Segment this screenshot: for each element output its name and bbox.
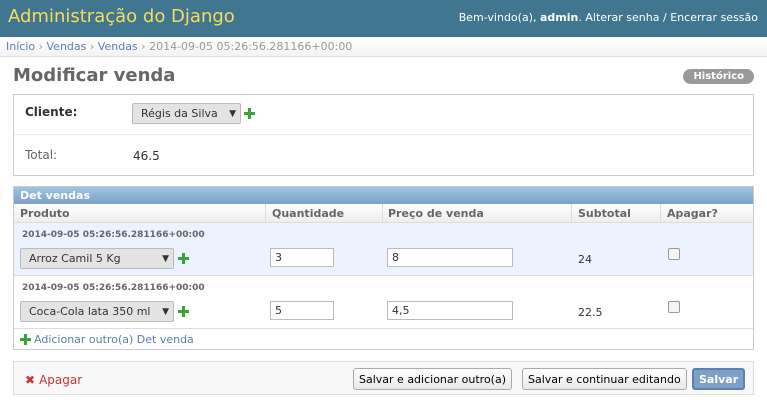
breadcrumb-separator: › [89,40,95,53]
subtotal-value: 22.5 [578,306,603,319]
quantidade-input[interactable]: 3 [270,248,334,267]
delete-link[interactable]: ✖ Apagar [25,373,82,387]
site-title[interactable]: Administração do Django [8,6,235,27]
inline-caption: Det vendas [14,187,753,204]
quantidade-input[interactable]: 5 [270,301,334,320]
breadcrumb-home[interactable]: Início [6,40,35,53]
add-produto-plus-icon[interactable] [178,253,189,264]
produto-select[interactable]: Coca-Cola lata 350 ml ▼ [20,301,174,322]
form-row-total: Total: 46.5 [14,136,753,176]
subtotal-value: 24 [578,253,592,266]
table-header: Produto Quantidade Preço de venda Subtot… [14,204,753,223]
column-divider [660,204,661,223]
header: Administração do Django Bem-vindo(a), ad… [0,0,767,37]
logout-link[interactable]: Encerrar sessão [670,11,758,24]
total-label: Total: [25,148,58,162]
column-quantidade: Quantidade [272,207,345,220]
delete-checkbox[interactable] [668,301,680,313]
det-vendas-inline: Det vendas Produto Quantidade Preço de v… [13,186,754,350]
page-title: Modificar venda [13,65,176,86]
column-apagar: Apagar? [667,207,718,220]
submit-row: ✖ Apagar Salvar e adicionar outro(a) Salv… [13,361,754,395]
breadcrumb-model[interactable]: Vendas [98,40,138,53]
table-row: 2014-09-05 05:26:56.281166+00:00 Coca-Co… [14,276,753,329]
triangle-down-icon: ▼ [162,307,169,317]
column-divider [382,204,383,223]
welcome-text: Bem-vindo(a), [458,11,537,24]
row-original-label: 2014-09-05 05:26:56.281166+00:00 [22,230,205,240]
x-icon: ✖ [25,373,36,387]
change-password-link[interactable]: Alterar senha [585,11,659,24]
produto-select-value: Coca-Cola lata 350 ml [29,305,151,318]
preco-input[interactable]: 4,5 [387,301,513,320]
separator: / [663,11,667,24]
preco-input[interactable]: 8 [387,248,513,267]
plus-icon [20,334,31,345]
add-another-link[interactable]: Adicionar outro(a) Det venda [34,333,194,346]
breadcrumb: Início › Vendas › Vendas › 2014-09-05 05… [0,37,767,57]
column-produto: Produto [20,207,70,220]
triangle-down-icon: ▼ [229,109,236,119]
breadcrumb-separator: › [38,40,44,53]
cliente-select[interactable]: Régis da Silva ▼ [132,103,241,124]
triangle-down-icon: ▼ [162,254,169,264]
add-cliente-plus-icon[interactable] [244,108,255,119]
add-produto-plus-icon[interactable] [178,306,189,317]
table-row: 2014-09-05 05:26:56.281166+00:00 Arroz C… [14,223,753,276]
delete-checkbox[interactable] [668,248,680,260]
username: admin [539,11,579,24]
column-divider [265,204,266,223]
cliente-select-value: Régis da Silva [141,107,218,120]
produto-select[interactable]: Arroz Camil 5 Kg ▼ [20,248,174,269]
column-divider [571,204,572,223]
column-subtotal: Subtotal [578,207,631,220]
form-row-cliente: Cliente: Régis da Silva ▼ [14,95,753,135]
produto-select-value: Arroz Camil 5 Kg [29,252,121,265]
save-and-add-another-button[interactable]: Salvar e adicionar outro(a) [353,368,513,390]
column-preco: Preço de venda [388,207,484,220]
breadcrumb-app[interactable]: Vendas [47,40,87,53]
breadcrumb-current: 2014-09-05 05:26:56.281166+00:00 [149,40,353,53]
user-tools: Bem-vindo(a), admin. Alterar senha / Enc… [458,11,758,24]
save-and-continue-button[interactable]: Salvar e continuar editando [522,368,687,390]
cliente-label: Cliente: [25,105,78,119]
venda-fieldset: Cliente: Régis da Silva ▼ Total: 46.5 [13,94,754,176]
delete-label: Apagar [39,373,83,387]
add-another-row[interactable]: Adicionar outro(a) Det venda [14,329,753,350]
row-original-label: 2014-09-05 05:26:56.281166+00:00 [22,283,205,293]
history-button[interactable]: Histórico [683,69,754,84]
breadcrumb-separator: › [141,40,146,53]
save-button[interactable]: Salvar [692,368,746,390]
total-value: 46.5 [133,149,160,163]
